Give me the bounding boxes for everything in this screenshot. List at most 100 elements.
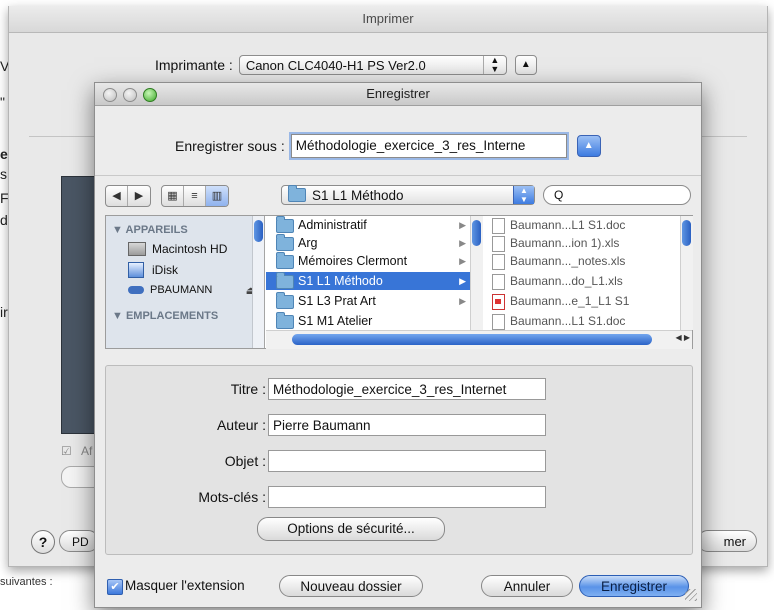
printer-select[interactable]: Canon CLC4040-H1 PS Ver2.0 ▲ ▼: [238, 55, 507, 75]
keywords-field[interactable]: [268, 486, 546, 508]
scroll-thumb[interactable]: [254, 220, 263, 242]
sidebar-item-idisk[interactable]: iDisk: [128, 262, 178, 278]
folder-item[interactable]: Arg ▶: [266, 234, 474, 252]
scroll-thumb[interactable]: [472, 220, 481, 246]
scroll-thumb[interactable]: [292, 334, 652, 345]
list-view-icon[interactable]: ≡: [184, 186, 206, 206]
file-item[interactable]: Baumann...do_L1.xls: [482, 272, 682, 290]
file-item[interactable]: Baumann...e_1_L1 S1: [482, 292, 682, 310]
doc-fragment: s: [0, 166, 7, 182]
file-item[interactable]: Baumann...ion 1).xls: [482, 234, 682, 252]
sidebar-item-label: iDisk: [152, 263, 178, 277]
chevron-right-icon: ▶: [459, 238, 466, 248]
folder-column: Administratif ▶ Arg ▶ Mémoires Clermont …: [266, 216, 483, 330]
subject-label: Objet :: [224, 453, 266, 469]
sidebar-item-pbaumann[interactable]: PBAUMANN ⏏: [128, 284, 256, 297]
zoom-window-icon[interactable]: [143, 88, 157, 102]
new-folder-button[interactable]: Nouveau dossier: [279, 575, 423, 597]
navigation-toolbar: ◀ ▶ ▦ ≡ ▥: [105, 185, 229, 207]
sidebar-header-places: ▼ EMPLACEMENTS: [112, 310, 219, 322]
sidebar-header-devices: ▼ APPAREILS: [112, 224, 188, 236]
folder-item[interactable]: Mémoires Clermont ▶: [266, 252, 474, 270]
save-as-input[interactable]: Méthodologie_exercice_3_res_Interne: [290, 134, 567, 158]
updown-arrows-icon: ▲ ▼: [482, 56, 506, 74]
doc-fragment: ir: [0, 304, 8, 320]
sidebar: ▼ APPAREILS Macintosh HD iDisk PBAUMANN …: [106, 216, 265, 348]
file-label: Baumann...do_L1.xls: [510, 274, 623, 288]
document-icon: [492, 218, 505, 234]
folder-item[interactable]: S1 M1 Atelier: [266, 312, 474, 330]
folder-icon: [288, 185, 306, 202]
security-options-button[interactable]: Options de sécurité...: [257, 517, 445, 541]
hide-extension-label: Masquer l'extension: [125, 578, 245, 593]
icon-view-icon[interactable]: ▦: [162, 186, 184, 206]
location-select[interactable]: S1 L1 Méthodo ▲ ▼: [281, 185, 535, 205]
pdf-icon: [492, 294, 505, 310]
file-column: Baumann...L1 S1.doc Baumann...ion 1).xls…: [482, 216, 692, 330]
subject-field[interactable]: [268, 450, 546, 472]
disclosure-button[interactable]: ▲: [514, 55, 537, 75]
hide-extension-checkbox[interactable]: ✔: [107, 579, 123, 595]
printer-label: Imprimante :: [155, 57, 233, 73]
title-label: Titre :: [230, 381, 266, 397]
file-column-scrollbar[interactable]: [680, 216, 693, 330]
folder-icon: [276, 252, 294, 269]
forward-icon[interactable]: ▶: [128, 186, 150, 206]
author-row: Auteur : Pierre Baumann: [106, 414, 692, 436]
doc-bottom-text: suivantes :: [0, 576, 53, 588]
folder-icon: [276, 312, 294, 329]
close-window-icon[interactable]: [103, 88, 117, 102]
document-icon: [492, 254, 505, 270]
folder-icon: [276, 292, 294, 309]
network-drive-icon: [128, 286, 144, 294]
horizontal-scrollbar[interactable]: ◀ ▶: [266, 330, 692, 349]
file-item[interactable]: Baumann...L1 S1.doc: [482, 216, 682, 234]
file-label: Baumann..._notes.xls: [510, 254, 626, 268]
keywords-row: Mots-clés :: [106, 486, 692, 508]
triangle-up-icon: ▲: [583, 140, 594, 151]
sidebar-item-label: Macintosh HD: [152, 242, 228, 256]
doc-fragment: ": [0, 94, 5, 110]
hard-disk-icon: [128, 242, 146, 256]
help-button[interactable]: ?: [31, 530, 55, 554]
subject-row: Objet :: [106, 450, 692, 472]
keywords-label: Mots-clés :: [198, 489, 266, 505]
file-item[interactable]: Baumann...L1 S1.doc: [482, 312, 682, 330]
save-as-label: Enregistrer sous :: [175, 138, 285, 154]
sidebar-scrollbar[interactable]: [252, 216, 264, 348]
print-button[interactable]: mer: [697, 530, 757, 552]
collapse-button[interactable]: ▲: [576, 135, 601, 157]
folder-icon: [276, 272, 294, 289]
back-icon[interactable]: ◀: [106, 186, 128, 206]
minimize-window-icon[interactable]: [123, 88, 137, 102]
file-browser: ▼ APPAREILS Macintosh HD iDisk PBAUMANN …: [105, 215, 693, 349]
folder-item[interactable]: Administratif ▶: [266, 216, 474, 234]
sidebar-item-macintosh-hd[interactable]: Macintosh HD: [128, 242, 227, 256]
save-dialog-title: Enregistrer: [366, 86, 430, 101]
folder-item[interactable]: S1 L3 Prat Art ▶: [266, 292, 474, 310]
chevron-right-icon: ▶: [459, 256, 466, 266]
folder-label: S1 L3 Prat Art: [298, 294, 376, 308]
author-field[interactable]: Pierre Baumann: [268, 414, 546, 436]
save-button[interactable]: Enregistrer: [579, 575, 689, 597]
search-input[interactable]: Q: [543, 185, 691, 205]
checkmark-icon: ✔: [110, 581, 120, 593]
scroll-thumb[interactable]: [682, 220, 691, 246]
document-icon: [492, 274, 505, 290]
chevron-right-icon: ▶: [459, 220, 466, 230]
file-item[interactable]: Baumann..._notes.xls: [482, 252, 682, 270]
scroll-arrows-icon[interactable]: ◀ ▶: [675, 333, 690, 342]
title-field[interactable]: Méthodologie_exercice_3_res_Internet: [268, 378, 546, 400]
resize-grip-icon[interactable]: [685, 589, 697, 601]
print-dialog-title: Imprimer: [9, 6, 767, 33]
checkbox[interactable]: ☑: [61, 444, 77, 458]
folder-label: S1 L1 Méthodo: [298, 274, 383, 288]
dialog-bottom-bar: ✔ Masquer l'extension Nouveau dossier An…: [95, 565, 701, 605]
cancel-button[interactable]: Annuler: [481, 575, 573, 597]
folder-item-selected[interactable]: S1 L1 Méthodo ▶: [266, 272, 474, 290]
printer-row: Imprimante : Canon CLC4040-H1 PS Ver2.0 …: [155, 54, 537, 76]
column-view-icon[interactable]: ▥: [206, 186, 228, 206]
folder-label: Mémoires Clermont: [298, 254, 408, 268]
document-icon: [492, 236, 505, 252]
pdf-button[interactable]: PD: [59, 530, 99, 552]
